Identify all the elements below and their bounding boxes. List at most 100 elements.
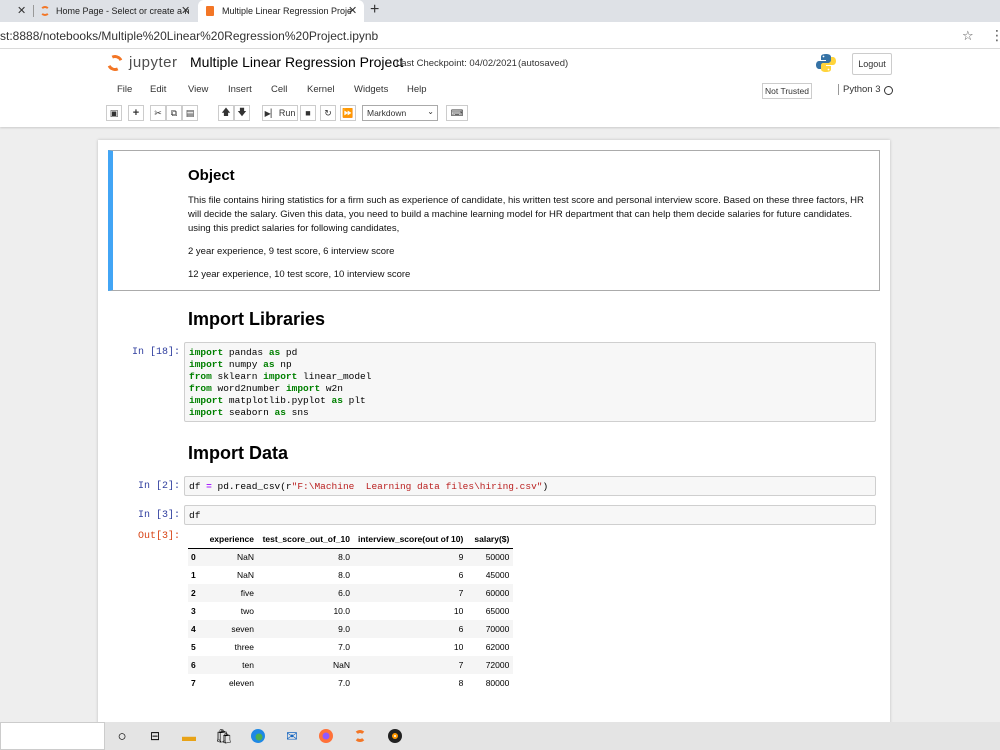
cell-test-score: 7.0 bbox=[338, 678, 350, 688]
fast-forward-icon: ⏩ bbox=[342, 107, 354, 118]
copy-button[interactable]: ⧉ bbox=[166, 105, 182, 121]
table-row: 4 seven 9.0 6 70000 bbox=[188, 620, 514, 638]
task-view-icon[interactable]: ⊟ bbox=[146, 727, 164, 745]
menu-edit[interactable]: Edit bbox=[150, 84, 166, 95]
code-cell-imports[interactable]: import pandas as pd import numpy as np f… bbox=[184, 342, 876, 422]
browser-tab-bar: ✕ Home Page - Select or create a n ✕ Mul… bbox=[0, 0, 1000, 22]
cell-salary: 80000 bbox=[485, 678, 510, 688]
media-player-icon[interactable] bbox=[386, 727, 404, 745]
cell-interview-score: 8 bbox=[458, 678, 464, 688]
logout-button[interactable]: Logout bbox=[852, 53, 892, 75]
cut-button[interactable]: ✂ bbox=[150, 105, 166, 121]
menu-kernel[interactable]: Kernel bbox=[307, 84, 334, 95]
menu-file[interactable]: File bbox=[117, 84, 132, 95]
tab-previous[interactable]: ✕ bbox=[0, 0, 30, 22]
row-index: 4 bbox=[191, 624, 196, 634]
row-index: 6 bbox=[191, 660, 196, 670]
cell-test-score: 8.0 bbox=[338, 570, 350, 580]
notebook-title[interactable]: Multiple Linear Regression Project bbox=[190, 54, 403, 70]
import-libraries-heading[interactable]: Import Libraries bbox=[188, 309, 325, 330]
taskbar-search-box[interactable] bbox=[0, 722, 105, 750]
cell-interview-score: 10 bbox=[453, 606, 464, 616]
more-icon[interactable]: ⋮ bbox=[990, 27, 1000, 44]
edge-logo-icon bbox=[251, 729, 265, 743]
table-row: 6 ten NaN 7 72000 bbox=[188, 656, 514, 674]
tab-notebook[interactable]: Multiple Linear Regression Proje ✕ bbox=[198, 0, 364, 22]
cell-experience: seven bbox=[231, 624, 254, 634]
cell-experience: NaN bbox=[236, 570, 254, 580]
tab-label: Multiple Linear Regression Proje bbox=[222, 6, 353, 16]
tab-home-page[interactable]: Home Page - Select or create a n ✕ bbox=[36, 0, 196, 22]
store-icon[interactable]: 🛍 bbox=[215, 727, 233, 745]
move-down-button[interactable]: 🡇 bbox=[234, 105, 250, 121]
run-button[interactable]: ▶▏ Run bbox=[262, 105, 298, 121]
code-cell-read-csv[interactable]: df = pd.read_csv(r"F:\Machine Learning d… bbox=[184, 476, 876, 496]
file-explorer-icon[interactable]: ▬ bbox=[180, 727, 198, 745]
checkpoint-status: Last Checkpoint: 04/02/2021 bbox=[396, 58, 517, 69]
code-line: df = pd.read_csv(r"F:\Machine Learning d… bbox=[189, 481, 549, 492]
menu-view[interactable]: View bbox=[188, 84, 208, 95]
windows-taskbar: ○ ⊟ ▬ 🛍 ✉ bbox=[0, 722, 1000, 750]
url-input[interactable]: st:8888/notebooks/Multiple%20Linear%20Re… bbox=[0, 29, 378, 43]
import-data-heading[interactable]: Import Data bbox=[188, 443, 288, 464]
cell-salary: 70000 bbox=[485, 624, 510, 634]
jupyter-favicon-icon bbox=[40, 6, 50, 16]
close-icon[interactable]: ✕ bbox=[181, 4, 190, 17]
insert-cell-button[interactable]: + bbox=[128, 105, 144, 121]
cell-experience: two bbox=[240, 606, 254, 616]
command-palette-button[interactable]: ⌨ bbox=[446, 105, 468, 121]
paste-icon: ▤ bbox=[185, 107, 195, 118]
restart-run-all-button[interactable]: ⏩ bbox=[340, 105, 356, 121]
interrupt-button[interactable]: ■ bbox=[300, 105, 316, 121]
firefox-icon[interactable] bbox=[317, 727, 335, 745]
code-line: from sklearn import linear_model bbox=[189, 371, 372, 382]
table-row: 1 NaN 8.0 6 45000 bbox=[188, 566, 513, 584]
jupyter-logo-icon bbox=[104, 52, 126, 73]
paste-button[interactable]: ▤ bbox=[182, 105, 198, 121]
mail-icon[interactable]: ✉ bbox=[283, 727, 301, 745]
scissors-icon: ✂ bbox=[154, 107, 162, 118]
notebook-toolbar: ▣ + ✂ ⧉ ▤ 🡅 🡇 ▶▏ Run ■ ↻ ⏩ Markdown ⌄ ⌨ bbox=[100, 104, 900, 124]
cell-type-select[interactable]: Markdown ⌄ bbox=[362, 105, 438, 121]
cortana-icon[interactable]: ○ bbox=[113, 727, 131, 745]
cell-salary: 62000 bbox=[485, 642, 510, 652]
cell-interview-score: 7 bbox=[458, 588, 464, 598]
cell-test-score: 7.0 bbox=[338, 642, 350, 652]
cell-interview-score: 6 bbox=[458, 570, 464, 580]
chevron-down-icon: ⌄ bbox=[427, 107, 434, 116]
cell-experience: eleven bbox=[228, 678, 254, 688]
cell-test-score: 10.0 bbox=[333, 606, 350, 616]
copy-icon: ⧉ bbox=[170, 107, 178, 118]
cell-salary: 72000 bbox=[485, 660, 510, 670]
row-index: 3 bbox=[191, 606, 196, 616]
jupyter-logo[interactable]: jupyter bbox=[104, 52, 178, 73]
table-row: 2 five 6.0 7 60000 bbox=[188, 584, 514, 602]
kernel-name[interactable]: Python 3 bbox=[838, 84, 881, 95]
edge-icon[interactable] bbox=[249, 727, 267, 745]
code-cell-df[interactable]: df bbox=[184, 505, 876, 525]
cell-test-score: 6.0 bbox=[338, 588, 350, 598]
step-forward-icon: ▶▏ bbox=[264, 108, 277, 118]
table-header-row: experience test_score_out_of_10 intervie… bbox=[188, 530, 514, 549]
move-up-button[interactable]: 🡅 bbox=[218, 105, 234, 121]
favorite-star-icon[interactable]: ☆ bbox=[962, 28, 974, 44]
close-icon[interactable]: ✕ bbox=[17, 4, 26, 17]
trust-button[interactable]: Not Trusted bbox=[762, 83, 812, 99]
cell-test-score: 9.0 bbox=[338, 624, 350, 634]
code-line: df bbox=[189, 510, 201, 521]
menu-insert[interactable]: Insert bbox=[228, 84, 252, 95]
restart-button[interactable]: ↻ bbox=[320, 105, 336, 121]
close-icon[interactable]: ✕ bbox=[348, 4, 357, 17]
jupyter-taskbar-icon[interactable] bbox=[351, 727, 369, 745]
firefox-logo-icon bbox=[319, 729, 333, 743]
menu-cell[interactable]: Cell bbox=[271, 84, 287, 95]
menu-widgets[interactable]: Widgets bbox=[354, 84, 388, 95]
menu-help[interactable]: Help bbox=[407, 84, 427, 95]
candidate-1-text: 2 year experience, 9 test score, 6 inter… bbox=[188, 246, 395, 257]
restart-icon: ↻ bbox=[324, 107, 332, 118]
new-tab-button[interactable]: + bbox=[370, 1, 379, 19]
keyboard-icon: ⌨ bbox=[450, 107, 464, 118]
cell-test-score: NaN bbox=[332, 660, 350, 670]
row-index: 2 bbox=[191, 588, 196, 598]
save-button[interactable]: ▣ bbox=[106, 105, 122, 121]
